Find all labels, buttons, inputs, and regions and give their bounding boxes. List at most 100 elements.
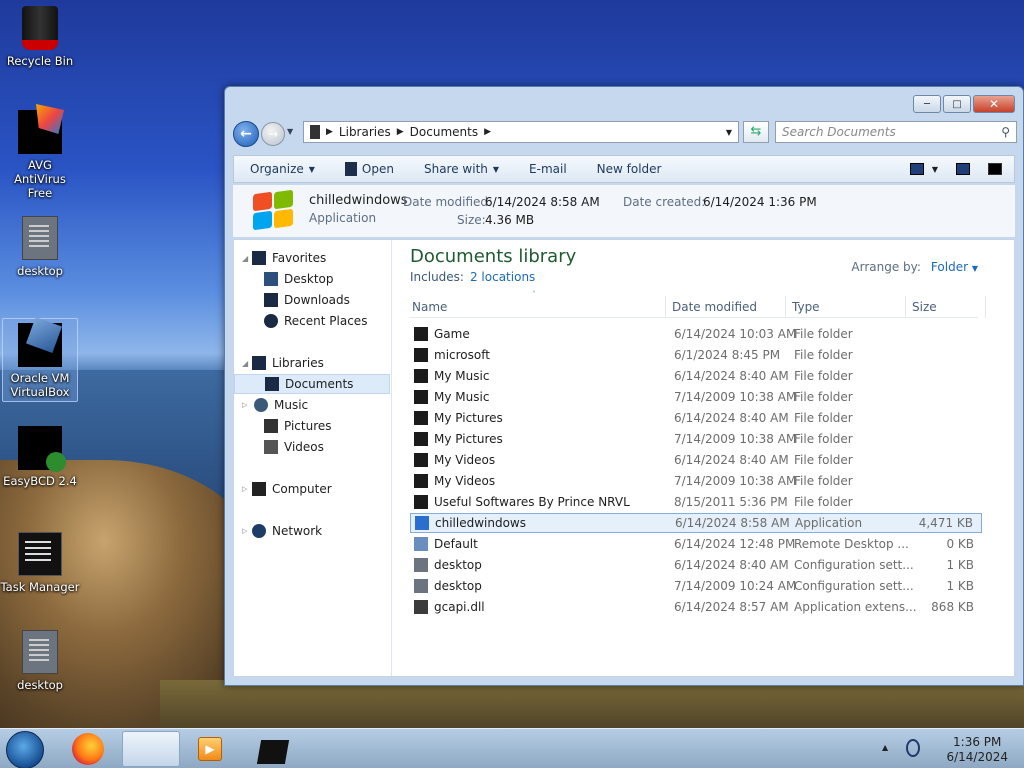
file-row[interactable]: My Pictures 7/14/2009 10:38 AM File folder: [410, 429, 982, 449]
avg-antivirus-icon: [18, 110, 62, 154]
taskbar-explorer-button[interactable]: [122, 731, 290, 767]
change-view-button[interactable]: ▼: [909, 163, 938, 175]
folder-icon: [414, 327, 428, 341]
nav-documents[interactable]: Documents: [234, 374, 390, 394]
file-type: File folder: [794, 453, 853, 467]
maximize-button[interactable]: □: [943, 95, 971, 113]
folder-icon: [414, 432, 428, 446]
file-size: 4,471 KB: [918, 516, 973, 530]
recent-pages-dropdown[interactable]: ▼: [287, 127, 293, 136]
desktop-icon-virtualbox[interactable]: Oracle VM VirtualBox: [2, 318, 78, 402]
clock[interactable]: 1:36 PM 6/14/2024: [946, 735, 1008, 765]
file-row[interactable]: chilledwindows 6/14/2024 8:58 AM Applicati…: [410, 513, 982, 533]
close-icon: ✕: [988, 97, 1000, 111]
firefox-taskbar-icon[interactable]: [72, 733, 104, 765]
nav-music[interactable]: ▷ Music: [234, 395, 390, 415]
detail-file-name: chilledwindows: [309, 193, 408, 208]
nav-favorites[interactable]: ◢ Favorites: [234, 248, 390, 268]
nav-videos[interactable]: Videos: [234, 437, 390, 457]
breadcrumb-libraries[interactable]: Libraries: [339, 125, 391, 139]
file-row[interactable]: desktop 6/14/2024 8:40 AM Configuration se…: [410, 555, 982, 575]
nav-computer[interactable]: ▷ Computer: [234, 479, 390, 499]
share-with-button[interactable]: Share with ▼: [424, 162, 499, 176]
recycle-bin-icon: [22, 6, 58, 50]
search-input[interactable]: Search Documents ⚲: [775, 121, 1017, 143]
open-button[interactable]: Open: [344, 162, 394, 176]
desktop-icon-task-manager[interactable]: Task Manager: [0, 532, 80, 594]
chevron-down-icon: ▼: [492, 164, 500, 174]
task-manager-icon: [18, 532, 62, 576]
expand-icon[interactable]: ◢: [242, 254, 252, 263]
arrange-by-dropdown[interactable]: Folder ▼: [931, 260, 978, 274]
desktop-icon-avg[interactable]: AVG AntiVirus Free: [2, 110, 78, 200]
file-row[interactable]: My Videos 7/14/2009 10:38 AM File folder: [410, 471, 982, 491]
file-name: My Videos: [434, 474, 496, 488]
clock-date: 6/14/2024: [946, 750, 1008, 764]
file-row[interactable]: desktop 7/14/2009 10:24 AM Configuration s…: [410, 576, 982, 596]
file-row[interactable]: microsoft 6/1/2024 8:45 PM File folder: [410, 345, 982, 365]
file-type: File folder: [794, 495, 853, 509]
detail-date-created: 6/14/2024 1:36 PM: [703, 195, 817, 209]
file-type: File folder: [794, 369, 853, 383]
column-name[interactable]: Name: [412, 300, 447, 314]
file-name: Game: [434, 327, 470, 341]
address-bar[interactable]: ▶ Libraries ▶ Documents ▶ ▼: [303, 121, 739, 143]
back-button[interactable]: ←: [233, 121, 259, 147]
nav-pictures[interactable]: Pictures: [234, 416, 390, 436]
desktop-icon-easybcd[interactable]: EasyBCD 2.4: [2, 426, 78, 488]
file-row[interactable]: My Music 6/14/2024 8:40 AM File folder: [410, 366, 982, 386]
file-type: Configuration sett...: [794, 579, 914, 593]
file-row[interactable]: Default 6/14/2024 12:48 PM Remote Desktop …: [410, 534, 982, 554]
file-type: Application: [795, 516, 863, 530]
new-folder-button[interactable]: New folder: [597, 162, 662, 176]
file-date-modified: 7/14/2009 10:38 AM: [674, 474, 797, 488]
preview-pane-button[interactable]: [956, 163, 970, 175]
nav-desktop[interactable]: Desktop: [234, 269, 390, 289]
network-status-icon[interactable]: [906, 739, 920, 757]
file-row[interactable]: Game 6/14/2024 10:03 AM File folder: [410, 324, 982, 344]
file-date-modified: 6/14/2024 8:58 AM: [675, 516, 790, 530]
chevron-right-icon[interactable]: ▶: [484, 127, 491, 137]
organize-button[interactable]: Organize ▼: [250, 162, 315, 176]
nav-recent-places[interactable]: Recent Places: [234, 311, 390, 331]
file-row[interactable]: My Pictures 6/14/2024 8:40 AM File folder: [410, 408, 982, 428]
address-dropdown-icon[interactable]: ▼: [726, 128, 732, 137]
file-row[interactable]: My Music 7/14/2009 10:38 AM File folder: [410, 387, 982, 407]
file-type: Application extens...: [794, 600, 917, 614]
desktop-icon-desktop-2[interactable]: desktop: [2, 630, 78, 692]
close-button[interactable]: ✕: [973, 95, 1015, 113]
windows-logo-icon: [251, 189, 295, 231]
start-button[interactable]: [6, 731, 44, 768]
column-size[interactable]: Size: [912, 300, 937, 314]
file-type: File folder: [794, 348, 853, 362]
chevron-right-icon[interactable]: ▶: [397, 127, 404, 137]
file-row[interactable]: My Videos 6/14/2024 8:40 AM File folder: [410, 450, 982, 470]
main-pane: ◢ Favorites Desktop Downloads Recent Plac…: [233, 239, 1015, 677]
chevron-right-icon[interactable]: ▶: [326, 127, 333, 137]
pictures-icon: [264, 419, 278, 433]
column-type[interactable]: Type: [792, 300, 820, 314]
file-row[interactable]: gcapi.dll 6/14/2024 8:57 AM Application ex…: [410, 597, 982, 617]
folder-icon: [414, 453, 428, 467]
show-hidden-icons-icon[interactable]: ▲: [882, 743, 888, 752]
file-row[interactable]: Useful Softwares By Prince NRVL 8/15/2011…: [410, 492, 982, 512]
nav-network[interactable]: ▷ Network: [234, 521, 390, 541]
email-button[interactable]: E-mail: [529, 162, 567, 176]
file-name: microsoft: [434, 348, 490, 362]
column-date-modified[interactable]: Date modified: [672, 300, 757, 314]
config-file-icon: [22, 630, 58, 674]
library-locations-link[interactable]: 2 locations: [470, 270, 535, 284]
desktop-icon-desktop-1[interactable]: desktop: [2, 216, 78, 278]
file-name: My Music: [434, 369, 490, 383]
forward-button[interactable]: →: [261, 122, 285, 146]
minimize-button[interactable]: ─: [913, 95, 941, 113]
refresh-button[interactable]: ⇆: [743, 121, 769, 143]
breadcrumb-documents[interactable]: Documents: [410, 125, 478, 139]
expand-icon[interactable]: ◢: [242, 359, 252, 368]
desktop-icon-recycle-bin[interactable]: Recycle Bin: [2, 6, 78, 68]
file-date-modified: 6/14/2024 8:40 AM: [674, 411, 789, 425]
nav-libraries[interactable]: ◢ Libraries: [234, 353, 390, 373]
media-player-taskbar-icon[interactable]: ▶: [198, 737, 222, 761]
nav-downloads[interactable]: Downloads: [234, 290, 390, 310]
help-button[interactable]: [988, 163, 1002, 175]
